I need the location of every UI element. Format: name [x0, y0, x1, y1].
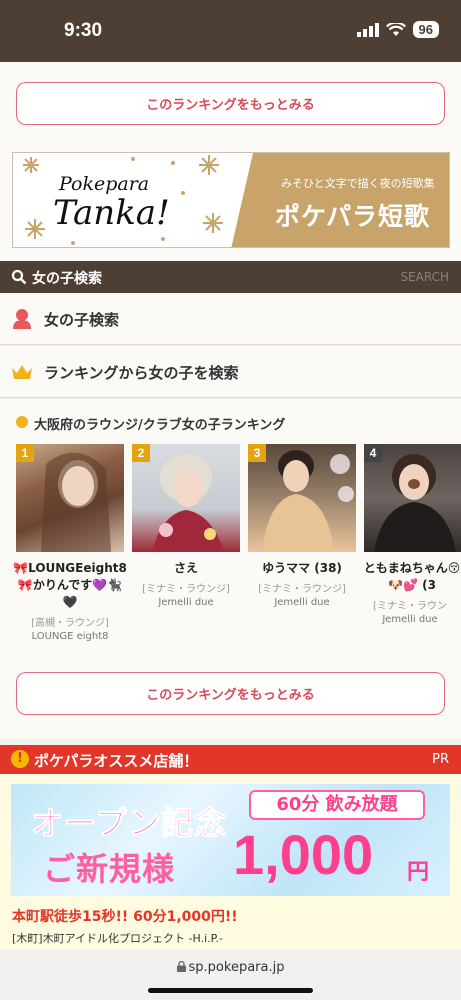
status-bar: 9:30 96 — [0, 0, 461, 62]
pr-section-title: ポケパラオススメ店舗！ — [34, 752, 199, 770]
pr-label: PR — [432, 752, 449, 767]
banner-right: みそひと文字で描く夜の短歌集 ポケパラ短歌 — [231, 153, 449, 247]
girl-shop[interactable]: LOUNGE eight8 — [12, 631, 128, 642]
girl-shop[interactable]: Jemelli due — [244, 597, 360, 608]
ad-yen: 円 — [407, 860, 430, 885]
url-display[interactable]: sp.pokepara.jp — [0, 960, 461, 975]
search-section-title: 女の子検索 — [32, 271, 102, 287]
menu-item-label: ランキングから女の子を検索 — [44, 364, 239, 382]
person-icon — [13, 309, 31, 329]
crown-icon — [12, 365, 32, 379]
girl-photo[interactable]: 1 — [16, 444, 124, 552]
menu-item-label: 女の子検索 — [44, 311, 120, 329]
banner-subtitle: みそひと文字で描く夜の短歌集 — [281, 177, 435, 190]
banner-title-tanka: Tanka! — [53, 193, 170, 233]
girl-area: [ミナミ・ラウンジ] — [142, 584, 230, 595]
ranking-title: 大阪府のラウンジ/クラブ女の子ランキング — [34, 418, 286, 433]
girl-name[interactable]: 🎀LOUNGEeight8🎀かりんです💜🐈‍⬛🖤 — [12, 560, 128, 611]
girl-area: [ミナミ・ラウンジ] — [258, 584, 346, 595]
search-section-header: 女の子検索 SEARCH — [0, 261, 461, 293]
signal-icon — [356, 22, 379, 37]
shop-catchphrase[interactable]: 本町駅徒歩15秒!! 60分1,000円!! — [12, 906, 238, 926]
rank-badge: 2 — [132, 444, 150, 462]
girl-name[interactable]: さえ — [128, 560, 244, 577]
girl-photo[interactable]: 3 — [248, 444, 356, 552]
wifi-icon — [385, 22, 406, 36]
tanka-banner[interactable]: Pokepara Tanka! みそひと文字で描く夜の短歌集 ポケパラ短歌 — [12, 152, 450, 248]
menu-item-girl-search[interactable]: 女の子検索 — [0, 293, 461, 345]
bullet-icon — [16, 416, 28, 428]
exclamation-icon: ! — [11, 750, 29, 768]
menu-item-ranking-search[interactable]: ランキングから女の子を検索 — [0, 346, 461, 398]
banner-title-pokepara: Pokepara — [59, 173, 150, 195]
ad-text-open: オープン記念 — [30, 804, 228, 843]
home-indicator[interactable] — [148, 988, 313, 993]
banner-main-text: ポケパラ短歌 — [275, 202, 431, 231]
battery-indicator: 96 — [412, 21, 439, 38]
girl-area: [ミナミ・ラウン — [373, 601, 447, 612]
ad-drink-label: 60分 飲み放題 — [249, 790, 425, 820]
ad-text-new-customer: ご新規様 — [43, 850, 176, 888]
shop-name[interactable]: [木町]木町アイドル化プロジェクト -H.i.P.- — [12, 930, 223, 946]
girl-name[interactable]: ゆうママ (38) — [244, 560, 360, 577]
rank-badge: 1 — [16, 444, 34, 462]
status-icons: 96 — [356, 21, 439, 38]
ranking-more-button[interactable]: このランキングをもっとみる — [16, 672, 445, 715]
url-text: sp.pokepara.jp — [188, 960, 285, 975]
pr-section-header: ! ポケパラオススメ店舗！ PR — [0, 745, 461, 774]
girl-photo[interactable]: 2 — [132, 444, 240, 552]
girl-area: [高槻・ラウンジ] — [31, 618, 109, 629]
status-time: 9:30 — [64, 20, 103, 41]
banner-left: Pokepara Tanka! — [13, 153, 243, 247]
search-icon — [11, 269, 27, 285]
ad-price: 1,000 — [233, 823, 374, 886]
rank-badge: 4 — [364, 444, 382, 462]
girl-shop[interactable]: Jemelli due — [360, 614, 460, 625]
girl-name[interactable]: ともまねちゃん😚🐶💕 (3 — [362, 560, 461, 596]
search-section-label-en: SEARCH — [400, 270, 449, 284]
pr-shop-area: オープン記念 ご新規様 60分 飲み放題 1,000 円 本町駅徒歩15秒!! … — [0, 774, 461, 950]
lock-icon — [176, 960, 186, 972]
girl-shop[interactable]: Jemelli due — [128, 597, 244, 608]
shop-ad-banner[interactable]: オープン記念 ご新規様 60分 飲み放題 1,000 円 — [11, 784, 450, 896]
ranking-more-button-top[interactable]: このランキングをもっとみる — [16, 82, 445, 125]
rank-badge: 3 — [248, 444, 266, 462]
girl-photo[interactable]: 4 — [364, 444, 461, 552]
